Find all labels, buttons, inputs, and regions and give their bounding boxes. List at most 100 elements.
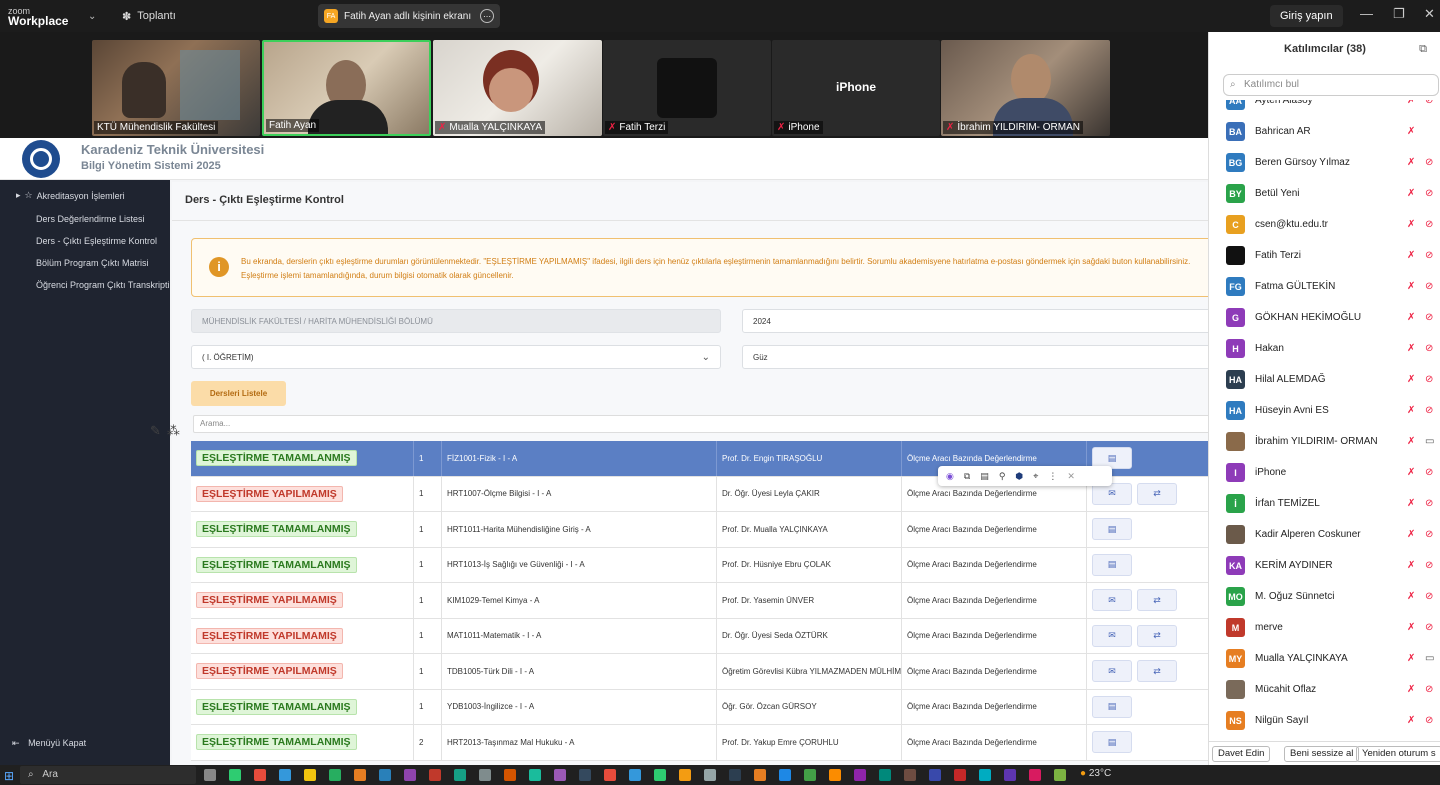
term-field[interactable]: Güz [742, 345, 1212, 369]
collapse-menu-button[interactable]: ⇤ Menüyü Kapat [12, 738, 86, 749]
video-tile[interactable]: iPhone ✗ iPhone [772, 40, 940, 136]
document-button[interactable]: ▤ [1092, 731, 1132, 754]
taskbar-app-icon[interactable] [1004, 769, 1016, 781]
pin-icon[interactable]: ⌖ [1033, 471, 1038, 482]
close-icon[interactable]: ✕ [1424, 6, 1435, 22]
more-icon[interactable]: ⋮ [1048, 471, 1057, 482]
participant-search-input[interactable]: ⌕ Katılımcı bul [1223, 74, 1439, 96]
taskbar-app-icon[interactable] [1029, 769, 1041, 781]
sidebar-item[interactable]: Öğrenci Program Çıktı Transkripti [36, 280, 170, 290]
participant-row[interactable]: HA Hüseyin Avni ES ✗ ⊘ [1209, 395, 1440, 426]
video-tile[interactable]: ✗ Mualla YALÇINKAYA [433, 40, 602, 136]
table-row[interactable]: EŞLEŞTİRME TAMAMLANMIŞ 1 YDB1003-İngilizce… [191, 689, 1211, 725]
taskbar-app-icon[interactable] [529, 769, 541, 781]
taskbar-app-icon[interactable] [754, 769, 766, 781]
taskbar-app-icon[interactable] [904, 769, 916, 781]
mute-me-button[interactable]: Beni sessize al [1284, 746, 1360, 762]
close-icon[interactable]: ✕ [1067, 471, 1075, 482]
taskbar-app-icon[interactable] [229, 769, 241, 781]
taskbar-app-icon[interactable] [729, 769, 741, 781]
document-button[interactable]: ▤ [1092, 695, 1132, 718]
taskbar-app-icon[interactable] [379, 769, 391, 781]
taskbar-app-icon[interactable] [404, 769, 416, 781]
translate-icon[interactable]: ⁂ [167, 423, 180, 439]
participant-row[interactable]: MY Mualla YALÇINKAYA ✗ ▭ [1209, 643, 1440, 674]
share-tab[interactable]: FA Fatih Ayan adlı kişinin ekranı ⋯ [318, 4, 500, 28]
table-row[interactable]: EŞLEŞTİRME TAMAMLANMIŞ 1 HRT1013-İş Sağlığ… [191, 547, 1211, 583]
participant-row[interactable]: H Hakan ✗ ⊘ [1209, 333, 1440, 364]
taskbar-app-icon[interactable] [354, 769, 366, 781]
send-mail-button[interactable]: ✉ [1092, 589, 1132, 612]
participant-row[interactable]: FG Fatma GÜLTEKİN ✗ ⊘ [1209, 271, 1440, 302]
copy-icon[interactable]: ⧉ [964, 471, 970, 482]
participant-row[interactable]: Fatih Terzi ✗ ⊘ [1209, 240, 1440, 271]
restore-icon[interactable]: ❐ [1393, 6, 1405, 22]
shield-icon[interactable]: ⬢ [1015, 471, 1023, 482]
taskbar-app-icon[interactable] [604, 769, 616, 781]
taskbar-app-icon[interactable] [854, 769, 866, 781]
table-row[interactable]: EŞLEŞTİRME TAMAMLANMIŞ 1 HRT1011-Harita Mü… [191, 512, 1211, 548]
taskbar-app-icon[interactable] [804, 769, 816, 781]
participant-row[interactable]: Mmerve ✗ ⊘ [1209, 612, 1440, 643]
ai-icon[interactable]: ◉ [946, 471, 954, 482]
taskbar-app-icon[interactable] [454, 769, 466, 781]
meeting-menu[interactable]: ✽ Toplantı [110, 10, 310, 23]
taskbar-app-icon[interactable] [204, 769, 216, 781]
participant-row[interactable]: G GÖKHAN HEKİMOĞLU ✗ ⊘ [1209, 302, 1440, 333]
taskbar-app-icon[interactable] [1054, 769, 1066, 781]
participant-row[interactable]: Kadir Alperen Coskuner ✗ ⊘ [1209, 519, 1440, 550]
weather[interactable]: ● 23°C [1080, 768, 1111, 779]
reclaim-host-button[interactable]: Yeniden oturum s [1356, 746, 1440, 762]
participant-row[interactable]: İbrahim YILDIRIM- ORMAN ✗ ▭ [1209, 426, 1440, 457]
sidebar-item-active[interactable]: Ders - Çıktı Eşleştirme Kontrol [36, 236, 157, 246]
participant-row[interactable]: MO M. Oğuz Sünnetci ✗ ⊘ [1209, 581, 1440, 612]
taskbar-app-icon[interactable] [329, 769, 341, 781]
mapping-button[interactable]: ⇄ [1137, 482, 1177, 505]
sidebar-section[interactable]: ▸ ☆ Akreditasyon İşlemleri [16, 190, 125, 201]
taskbar-app-icon[interactable] [704, 769, 716, 781]
document-button[interactable]: ▤ [1092, 553, 1132, 576]
send-mail-button[interactable]: ✉ [1092, 660, 1132, 683]
magic-wand-icon[interactable]: ✎ [150, 423, 161, 439]
taskbar-search[interactable]: ⌕ Ara [20, 766, 196, 784]
year-field[interactable]: 2024 [742, 309, 1212, 333]
send-mail-button[interactable]: ✉ [1092, 624, 1132, 647]
list-courses-button[interactable]: Dersleri Listele [191, 381, 286, 406]
taskbar-app-icon[interactable] [654, 769, 666, 781]
taskbar-app-icon[interactable] [254, 769, 266, 781]
taskbar-app-icon[interactable] [779, 769, 791, 781]
video-tile[interactable]: ✗ İbrahim YILDIRIM- ORMAN [941, 40, 1110, 136]
participant-row[interactable]: BY Betül Yeni ✗ ⊘ [1209, 178, 1440, 209]
participant-row[interactable]: AA Ayten Alasoy ✗ ⊘ [1209, 100, 1440, 116]
taskbar-app-icon[interactable] [279, 769, 291, 781]
participant-row[interactable]: Ccsen@ktu.edu.tr ✗ ⊘ [1209, 209, 1440, 240]
taskbar-app-icon[interactable] [629, 769, 641, 781]
table-row[interactable]: EŞLEŞTİRME TAMAMLANMIŞ 2 HRT2013-Taşınmaz … [191, 725, 1211, 761]
table-row[interactable]: EŞLEŞTİRME YAPILMAMIŞ 1 MAT1011-Matematik … [191, 618, 1211, 654]
taskbar-app-icon[interactable] [679, 769, 691, 781]
minimize-icon[interactable]: — [1360, 6, 1373, 21]
video-tile[interactable]: KTÜ Mühendislik Fakültesi [92, 40, 260, 136]
participant-row[interactable]: BA Bahrican AR ✗ [1209, 116, 1440, 147]
link-icon[interactable]: ⚲ [999, 471, 1006, 482]
taskbar-app-icon[interactable] [579, 769, 591, 781]
video-tile-active[interactable]: Fatih Ayan [262, 40, 431, 136]
taskbar-app-icon[interactable] [929, 769, 941, 781]
taskbar-app-icon[interactable] [504, 769, 516, 781]
taskbar-app-icon[interactable] [429, 769, 441, 781]
windows-start-icon[interactable]: ⊞ [4, 769, 14, 783]
mapping-button[interactable]: ⇄ [1137, 589, 1177, 612]
table-row[interactable]: EŞLEŞTİRME YAPILMAMIŞ 1 KIM1029-Temel Kimy… [191, 583, 1211, 619]
table-row[interactable]: EŞLEŞTİRME YAPILMAMIŞ 1 TDB1005-Türk Dili … [191, 654, 1211, 690]
invite-button[interactable]: Davet Edin [1212, 746, 1271, 762]
participant-row[interactable]: KA KERİM AYDINER ✗ ⊘ [1209, 550, 1440, 581]
sidebar-item[interactable]: Ders Değerlendirme Listesi [36, 214, 145, 224]
mapping-button[interactable]: ⇄ [1137, 660, 1177, 683]
more-icon[interactable]: ⋯ [480, 9, 494, 23]
taskbar-app-icon[interactable] [479, 769, 491, 781]
taskbar-app-icon[interactable] [554, 769, 566, 781]
chevron-down-icon[interactable]: ⌄ [88, 11, 110, 22]
participant-row[interactable]: NS Nilgün Sayıl ✗ ⊘ [1209, 705, 1440, 736]
education-select[interactable]: ( I. ÖĞRETİM) ⌄ [191, 345, 721, 369]
taskbar-app-icon[interactable] [879, 769, 891, 781]
